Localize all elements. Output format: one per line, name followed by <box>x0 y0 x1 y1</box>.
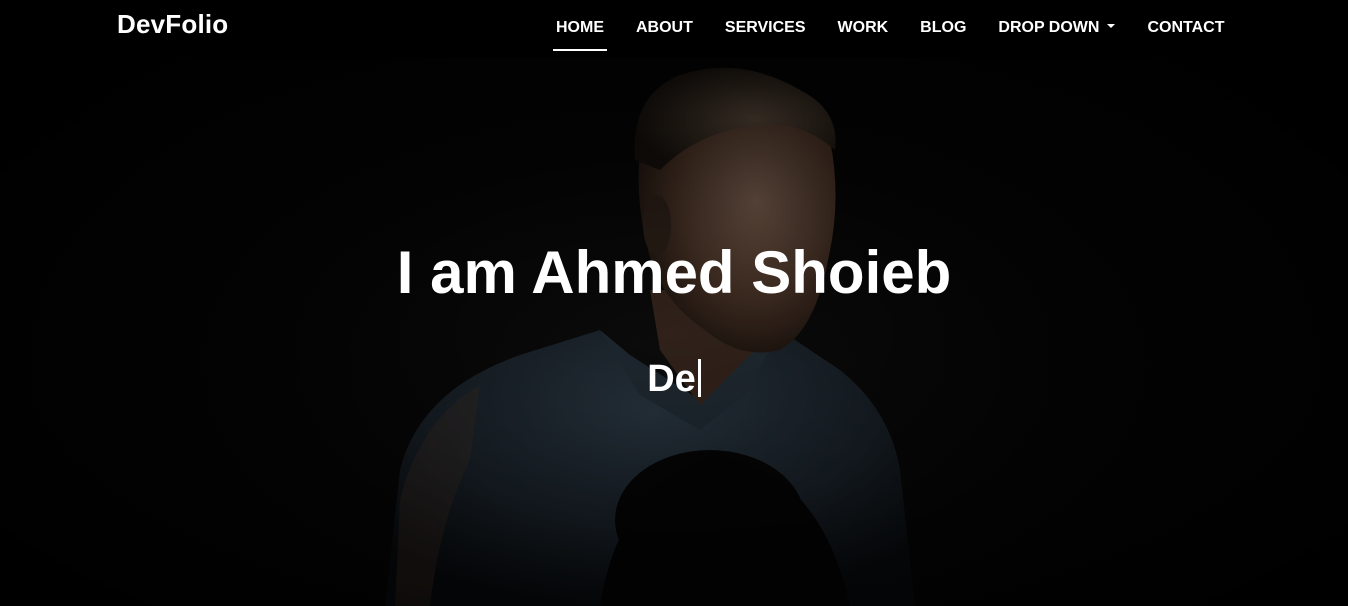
nav-item-contact[interactable]: CONTACT <box>1131 0 1240 58</box>
intro-typed-subtitle: De <box>0 358 1348 401</box>
nav-item-work[interactable]: WORK <box>822 0 905 58</box>
nav-item-services[interactable]: SERVICES <box>709 0 822 58</box>
nav-item-blog[interactable]: BLOG <box>904 0 982 58</box>
nav-item-label: SERVICES <box>724 19 806 36</box>
top-navbar: DevFolio HOME ABOUT SERVICES WORK BLOG D… <box>0 0 1348 58</box>
nav-menu: HOME ABOUT SERVICES WORK BLOG DROP DOWN … <box>540 0 1240 58</box>
caret-down-icon <box>1107 23 1116 28</box>
typed-text: De <box>647 358 696 400</box>
typing-cursor <box>697 359 701 397</box>
nav-item-label: HOME <box>556 19 604 36</box>
nav-item-label: DROP DOWN <box>998 19 1100 36</box>
nav-item-about[interactable]: ABOUT <box>620 0 709 58</box>
nav-item-dropdown[interactable]: DROP DOWN <box>982 0 1131 58</box>
nav-item-label: ABOUT <box>636 19 693 36</box>
intro-title: I am Ahmed Shoieb <box>396 239 952 306</box>
intro-content: I am Ahmed Shoieb De <box>0 0 1348 606</box>
nav-item-home[interactable]: HOME <box>540 0 620 58</box>
nav-item-label: BLOG <box>920 19 967 36</box>
hero-section: DevFolio HOME ABOUT SERVICES WORK BLOG D… <box>0 0 1348 606</box>
nav-item-label: WORK <box>837 19 889 36</box>
nav-item-label: CONTACT <box>1147 19 1225 36</box>
brand-logo[interactable]: DevFolio <box>117 9 228 40</box>
